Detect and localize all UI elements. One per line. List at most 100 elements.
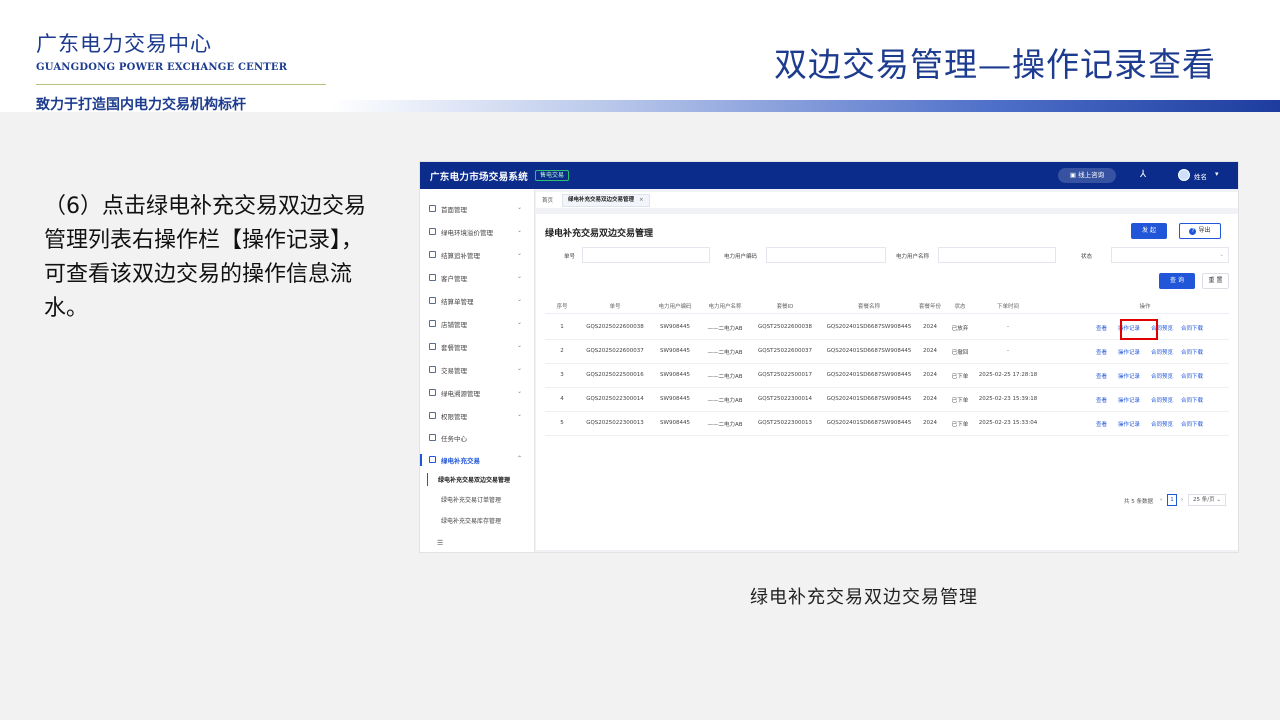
avatar[interactable]	[1178, 169, 1190, 181]
view-link[interactable]: 查看	[1096, 420, 1107, 428]
sidebar-item-trades[interactable]: 交易管理 ⌄	[420, 363, 535, 379]
sidebar-item-packages[interactable]: 套餐管理 ⌄	[420, 340, 535, 356]
sidebar-item-label: 绿电补充交易	[441, 457, 480, 465]
chevron-down-icon: ⌄	[517, 388, 523, 395]
page-size-value: 25 条/页	[1193, 497, 1215, 503]
contract-download-link[interactable]: 合同下载	[1181, 348, 1203, 356]
sidebar-item-shop[interactable]: 店铺管理 ⌄	[420, 317, 535, 333]
calculator-icon	[429, 251, 436, 258]
operation-record-link[interactable]: 操作记录	[1118, 420, 1140, 428]
contract-preview-link[interactable]: 合同预览	[1151, 348, 1173, 356]
cell-order: GQS2025022600038	[586, 324, 644, 330]
view-link[interactable]: 查看	[1096, 348, 1107, 356]
contract-preview-link[interactable]: 合同预览	[1151, 396, 1173, 404]
step-description: （6）点击绿电补充交易双边交易管理列表右操作栏【操作记录】，可查看该双边交易的操…	[44, 194, 366, 321]
user-name-input[interactable]	[938, 247, 1056, 263]
user-code-input[interactable]	[766, 247, 886, 263]
status-select[interactable]: ⌄	[1111, 247, 1229, 263]
question-icon: ?	[1189, 228, 1197, 235]
order-no-input[interactable]	[582, 247, 710, 263]
sidebar-item-green-supplement[interactable]: 绿电补充交易 ⌃	[420, 453, 535, 469]
chevron-down-icon[interactable]: ▾	[1215, 170, 1219, 178]
contract-preview-link[interactable]: 合同预览	[1151, 420, 1173, 428]
figure-caption: 绿电补充交易双边交易管理	[750, 587, 978, 608]
contract-download-link[interactable]: 合同下载	[1181, 372, 1203, 380]
reset-button[interactable]: 重 置	[1202, 273, 1229, 289]
sidebar-item-label: 店铺管理	[441, 321, 467, 329]
sidebar-subitem-bilateral[interactable]: 绿电补充交易双边交易管理	[420, 473, 535, 487]
pagination-page[interactable]: 1	[1167, 494, 1177, 506]
query-button[interactable]: 查 询	[1159, 273, 1195, 289]
sidebar-item-permissions[interactable]: 权限管理 ⌄	[420, 409, 535, 425]
sidebar-subitem-inventory[interactable]: 绿电补充交易库存管理	[420, 514, 535, 528]
online-query-button[interactable]: ▣ 线上咨询	[1058, 168, 1116, 183]
export-button[interactable]: ? 导出	[1179, 223, 1221, 239]
contract-download-link[interactable]: 合同下载	[1181, 420, 1203, 428]
close-icon[interactable]: ×	[639, 197, 644, 203]
cell-code: SW908445	[660, 420, 690, 426]
view-link[interactable]: 查看	[1096, 396, 1107, 404]
home-icon	[429, 205, 436, 212]
filter-user-code-label: 电力用户编码	[724, 254, 758, 260]
initiate-button[interactable]: 发 起	[1131, 223, 1167, 239]
sidebar-item-home[interactable]: 首面管理 ⌄	[420, 202, 535, 218]
sidebar-item-statements[interactable]: 结算单管理 ⌄	[420, 294, 535, 310]
cell-order: GQS2025022600037	[586, 348, 644, 354]
pagination-next[interactable]: ›	[1181, 497, 1183, 503]
sidebar-subitem-orders[interactable]: 绿电补充交易订单管理	[420, 493, 535, 507]
contract-download-link[interactable]: 合同下载	[1181, 324, 1203, 332]
cell-name: ——二电力AB	[707, 422, 743, 428]
contract-download-link[interactable]: 合同下载	[1181, 396, 1203, 404]
sidebar-item-label: 权限管理	[441, 413, 467, 421]
chevron-down-icon: ⌄	[1219, 252, 1224, 258]
contract-preview-link[interactable]: 合同预览	[1151, 372, 1173, 380]
main-panel: 绿电补充交易双边交易管理 发 起 ? 导出 单号 电力用户编码 电力用户名称 状态…	[536, 214, 1238, 550]
sidebar-item-label: 客户管理	[441, 275, 467, 283]
sidebar-item-task-center[interactable]: 任务中心	[420, 431, 535, 447]
sidebar-item-green-traceability[interactable]: 绿电溯源管理 ⌄	[420, 386, 535, 402]
view-link[interactable]: 查看	[1096, 372, 1107, 380]
sidebar-item-label: 绿电环境溢价管理	[441, 229, 493, 237]
cell-pkg-id: GQST25022600038	[758, 324, 812, 330]
table-row: 5 GQS2025022300013 SW908445 ——二电力AB GQST…	[545, 412, 1229, 436]
sidebar-item-customers[interactable]: 客户管理 ⌄	[420, 271, 535, 287]
operation-record-link[interactable]: 操作记录	[1118, 396, 1140, 404]
cell-pkg-name: GQS202401SD6687SW908445	[826, 396, 912, 402]
sidebar-item-green-premium[interactable]: 绿电环境溢价管理 ⌄	[420, 225, 535, 241]
cell-time: -	[1007, 324, 1009, 330]
cell-code: SW908445	[660, 324, 690, 330]
column-header: 套餐名称	[857, 304, 880, 310]
view-link[interactable]: 查看	[1096, 324, 1107, 332]
cell-order: GQS2025022300013	[586, 420, 644, 426]
shield-icon	[429, 412, 436, 419]
sidebar-subitem-label: 绿电补充交易订单管理	[441, 497, 502, 504]
active-indicator	[420, 454, 422, 466]
org-structure-icon[interactable]: ⅄	[1140, 169, 1146, 181]
collapse-menu-icon[interactable]: ☰	[437, 539, 443, 547]
sidebar-item-settlement-supplement[interactable]: 结算追补管理 ⌄	[420, 248, 535, 264]
chevron-down-icon: ⌄	[517, 227, 523, 234]
filter-user-name-label: 电力用户名称	[896, 254, 930, 260]
column-header: 电力用户编码	[658, 304, 692, 310]
sidebar-item-label: 结算单管理	[441, 298, 474, 306]
cell-name: ——二电力AB	[707, 398, 743, 404]
tab-home[interactable]: 首页	[542, 196, 553, 204]
chevron-down-icon: ⌄	[517, 319, 523, 326]
pagination-prev[interactable]: ‹	[1160, 497, 1162, 503]
cell-year: 2024	[923, 348, 937, 354]
page-size-select[interactable]: 25 条/页 ⌄	[1188, 494, 1226, 506]
cell-no: 4	[560, 396, 564, 402]
operation-record-link[interactable]: 操作记录	[1118, 348, 1140, 356]
app-title: 广东电力市场交易系统	[430, 172, 529, 183]
column-header: 状态	[954, 304, 966, 310]
trade-icon	[429, 366, 436, 373]
highlight-operation-record	[1120, 319, 1158, 340]
slide-header: 广东电力交易中心 GUANGDONG POWER EXCHANGE CENTER…	[0, 0, 1280, 113]
operation-record-link[interactable]: 操作记录	[1118, 372, 1140, 380]
sidebar-item-label: 套餐管理	[441, 344, 467, 352]
column-header: 单号	[609, 304, 621, 310]
tab-bilateral-management[interactable]: 绿电补充交易双边交易管理 ×	[562, 194, 650, 207]
user-name[interactable]: 姓名	[1194, 171, 1207, 181]
cell-no: 3	[560, 372, 564, 378]
app-topbar: 广东电力市场交易系统 售电交易 ▣ 线上咨询 ⅄ 姓名 ▾	[420, 162, 1238, 189]
